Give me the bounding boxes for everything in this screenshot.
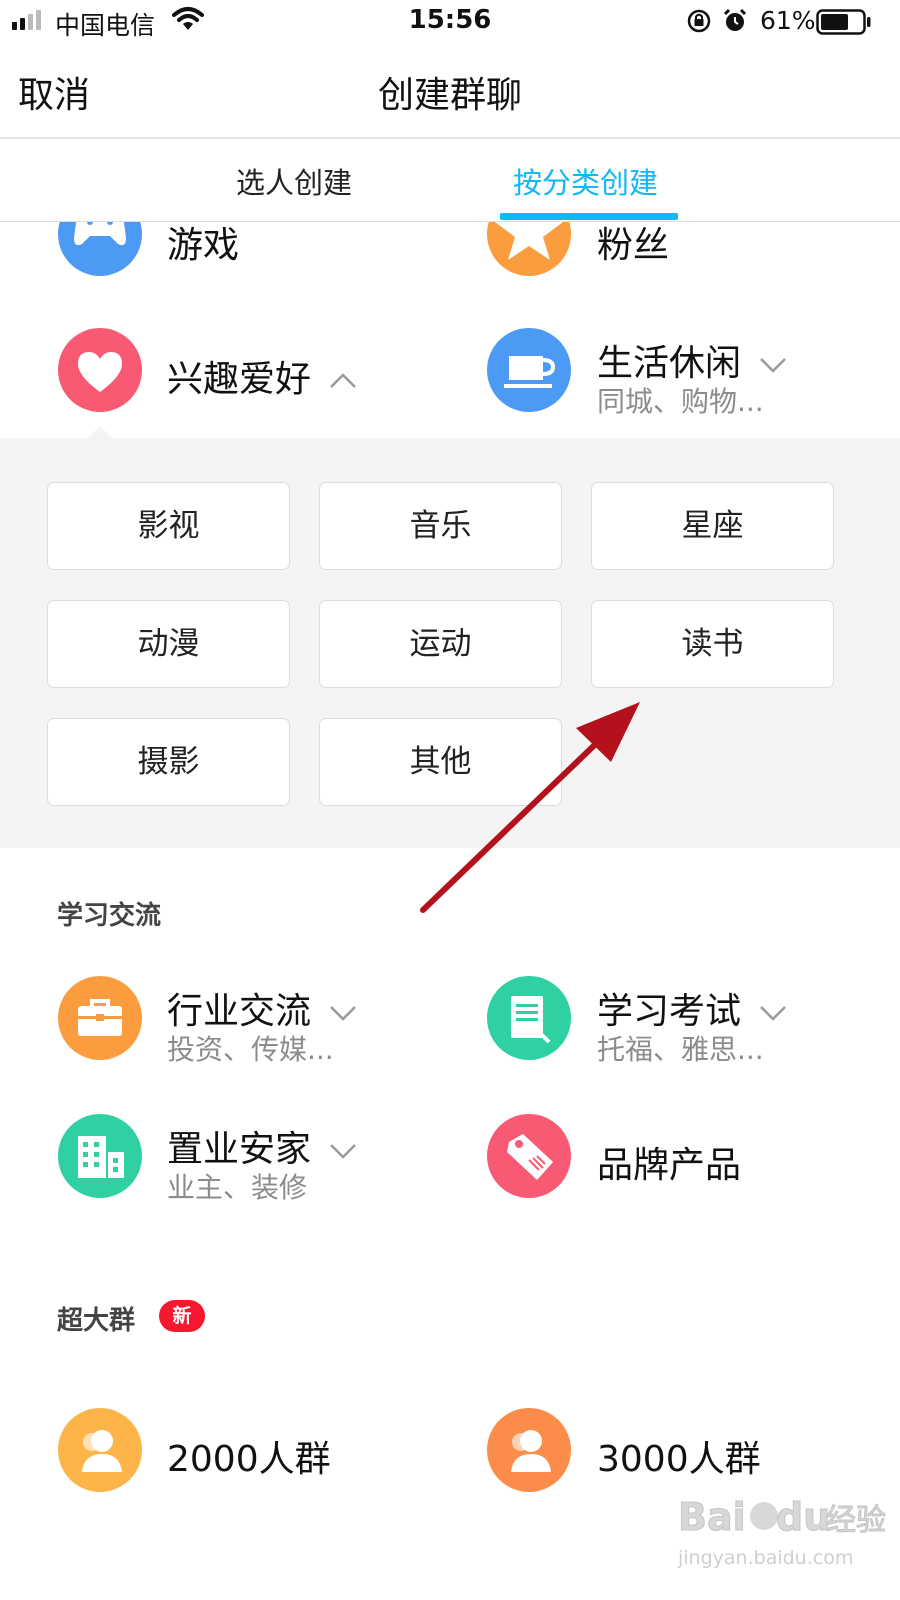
watermark: Bai du 经验 jingyan.baidu.com bbox=[676, 1480, 887, 1570]
annotation-arrow bbox=[420, 702, 640, 913]
svg-text:du: du bbox=[776, 1495, 830, 1539]
baidu-jingyan-logo: Bai du 经验 jingyan.baidu.com bbox=[677, 1495, 887, 1570]
svg-text:jingyan.baidu.com: jingyan.baidu.com bbox=[677, 1547, 853, 1569]
svg-text:经验: 经验 bbox=[826, 1503, 886, 1538]
svg-text:Bai: Bai bbox=[678, 1495, 746, 1539]
